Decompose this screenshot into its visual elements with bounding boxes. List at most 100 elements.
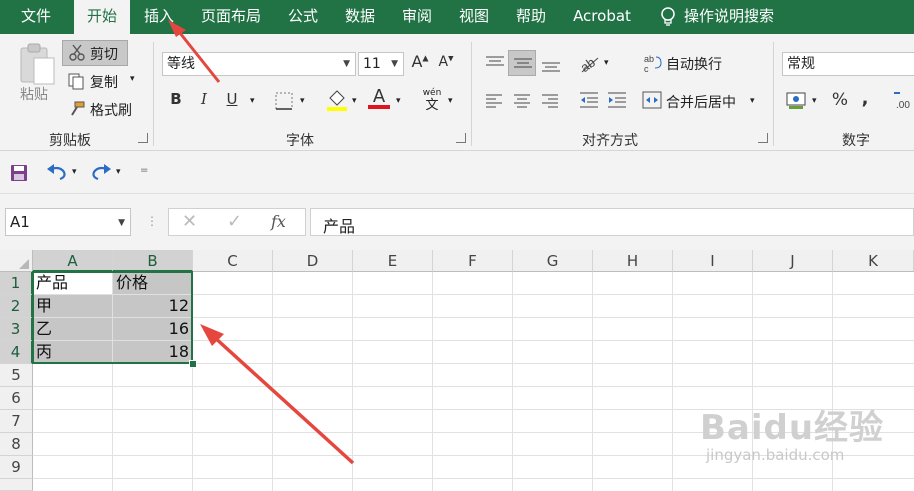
underline-button[interactable]: U: [222, 90, 242, 108]
tab-page-layout[interactable]: 页面布局: [192, 0, 270, 34]
accounting-format-icon[interactable]: [786, 90, 808, 110]
row-header-3[interactable]: 3: [0, 318, 33, 341]
tab-view[interactable]: 视图: [448, 0, 500, 34]
align-right-icon[interactable]: [540, 92, 560, 108]
align-bottom-icon[interactable]: [540, 56, 562, 74]
enter-icon[interactable]: ✓: [227, 211, 242, 232]
tab-home[interactable]: 开始: [74, 0, 130, 34]
column-header-f[interactable]: F: [433, 250, 513, 272]
row-header-2[interactable]: 2: [0, 295, 33, 318]
increase-decimal-icon[interactable]: .00: [892, 88, 914, 112]
row-header-6[interactable]: 6: [0, 387, 33, 410]
tab-help[interactable]: 帮助: [506, 0, 556, 34]
column-header-i[interactable]: I: [673, 250, 753, 272]
row-header-8[interactable]: 8: [0, 433, 33, 456]
merge-center-label: 合并后居中: [666, 95, 736, 111]
row-header-1[interactable]: 1: [0, 272, 33, 295]
comma-style-button[interactable]: ,: [858, 88, 872, 109]
column-header-h[interactable]: H: [593, 250, 673, 272]
font-size-combo[interactable]: 11 ▼: [358, 52, 404, 76]
font-color-button[interactable]: A: [368, 86, 390, 109]
formula-buttons: ✕ ✓ fx: [168, 208, 306, 236]
insert-function-button[interactable]: fx: [271, 212, 286, 231]
clipboard-launcher-icon[interactable]: [138, 133, 148, 143]
tab-review[interactable]: 审阅: [392, 0, 442, 34]
paste-label[interactable]: 粘贴: [20, 84, 48, 104]
column-header-d[interactable]: D: [273, 250, 353, 272]
tab-formulas[interactable]: 公式: [278, 0, 328, 34]
row-header-9[interactable]: 9: [0, 456, 33, 479]
tab-insert[interactable]: 插入: [132, 0, 186, 34]
fill-handle[interactable]: [189, 360, 197, 368]
chevron-down-icon[interactable]: ▾: [352, 96, 357, 106]
font-name-combo[interactable]: 等线 ▼: [162, 52, 356, 76]
chevron-down-icon[interactable]: ▾: [604, 58, 609, 68]
column-header-g[interactable]: G: [513, 250, 593, 272]
align-center-icon[interactable]: [512, 92, 532, 108]
italic-button[interactable]: I: [194, 90, 214, 108]
number-format-combo[interactable]: 常规: [782, 52, 914, 76]
chevron-down-icon[interactable]: ▾: [396, 96, 401, 106]
copy-button[interactable]: 复制 ▾: [64, 70, 144, 92]
chevron-down-icon[interactable]: ▾: [250, 96, 255, 106]
cut-label: 剪切: [90, 47, 118, 63]
copy-label: 复制: [90, 75, 118, 91]
alignment-launcher-icon[interactable]: [758, 133, 768, 143]
row-header-4[interactable]: 4: [0, 341, 33, 364]
customize-qat-icon[interactable]: =: [140, 165, 148, 176]
format-painter-label: 格式刷: [90, 103, 132, 119]
cancel-icon[interactable]: ✕: [182, 211, 197, 232]
svg-text:.00: .00: [896, 100, 910, 111]
undo-icon[interactable]: [46, 163, 68, 181]
group-label-clipboard: 剪贴板: [49, 133, 91, 149]
orientation-icon[interactable]: ab: [578, 52, 602, 74]
redo-icon[interactable]: [90, 163, 112, 181]
align-left-icon[interactable]: [484, 92, 504, 108]
tab-acrobat[interactable]: Acrobat: [564, 0, 640, 34]
cut-button[interactable]: 剪切: [62, 40, 128, 66]
align-top-icon[interactable]: [484, 54, 506, 72]
tell-me-search[interactable]: 操作说明搜索: [684, 0, 794, 34]
column-header-k[interactable]: K: [833, 250, 914, 272]
chevron-down-icon[interactable]: ▾: [812, 96, 817, 106]
svg-text:ab: ab: [644, 54, 654, 64]
row-header-10[interactable]: [0, 479, 33, 491]
name-box[interactable]: A1 ▼: [5, 208, 131, 236]
row-header-5[interactable]: 5: [0, 364, 33, 387]
formula-input[interactable]: 产品: [310, 208, 914, 236]
column-header-a[interactable]: A: [33, 250, 113, 272]
column-header-c[interactable]: C: [193, 250, 273, 272]
align-middle-button[interactable]: [508, 50, 536, 76]
row-header-7[interactable]: 7: [0, 410, 33, 433]
column-header-b[interactable]: B: [113, 250, 193, 272]
chevron-down-icon[interactable]: ▾: [116, 167, 121, 177]
fill-color-icon[interactable]: [326, 88, 348, 112]
phonetic-guide-button[interactable]: wén 文: [420, 88, 444, 114]
chevron-down-icon[interactable]: ▾: [448, 96, 453, 106]
shrink-font-button[interactable]: A▼: [436, 54, 456, 70]
tab-file[interactable]: 文件: [8, 0, 64, 34]
chevron-down-icon[interactable]: ▾: [300, 96, 305, 106]
shrink-font-label: A: [438, 54, 449, 70]
save-icon[interactable]: [10, 164, 28, 182]
tab-data[interactable]: 数据: [334, 0, 386, 34]
merge-center-button[interactable]: 合并后居中 ▾: [642, 88, 764, 114]
borders-icon[interactable]: [274, 92, 294, 110]
font-launcher-icon[interactable]: [456, 133, 466, 143]
column-header-e[interactable]: E: [353, 250, 433, 272]
group-label-alignment: 对齐方式: [582, 133, 638, 149]
grow-font-button[interactable]: A▲: [410, 52, 430, 71]
format-painter-button[interactable]: 格式刷: [64, 98, 144, 120]
chevron-down-icon: ▼: [391, 59, 398, 69]
select-all-button[interactable]: [0, 250, 33, 272]
decrease-indent-icon[interactable]: [578, 90, 600, 110]
select-all-triangle-icon: [19, 259, 29, 269]
bold-button[interactable]: B: [166, 90, 186, 108]
wrap-text-button[interactable]: ab c 自动换行: [644, 50, 740, 76]
column-header-j[interactable]: J: [753, 250, 833, 272]
percent-style-button[interactable]: %: [830, 90, 850, 110]
lightbulb-icon: [661, 7, 675, 26]
paste-icon[interactable]: [18, 42, 56, 86]
increase-indent-icon[interactable]: [606, 90, 628, 110]
chevron-down-icon[interactable]: ▾: [72, 167, 77, 177]
